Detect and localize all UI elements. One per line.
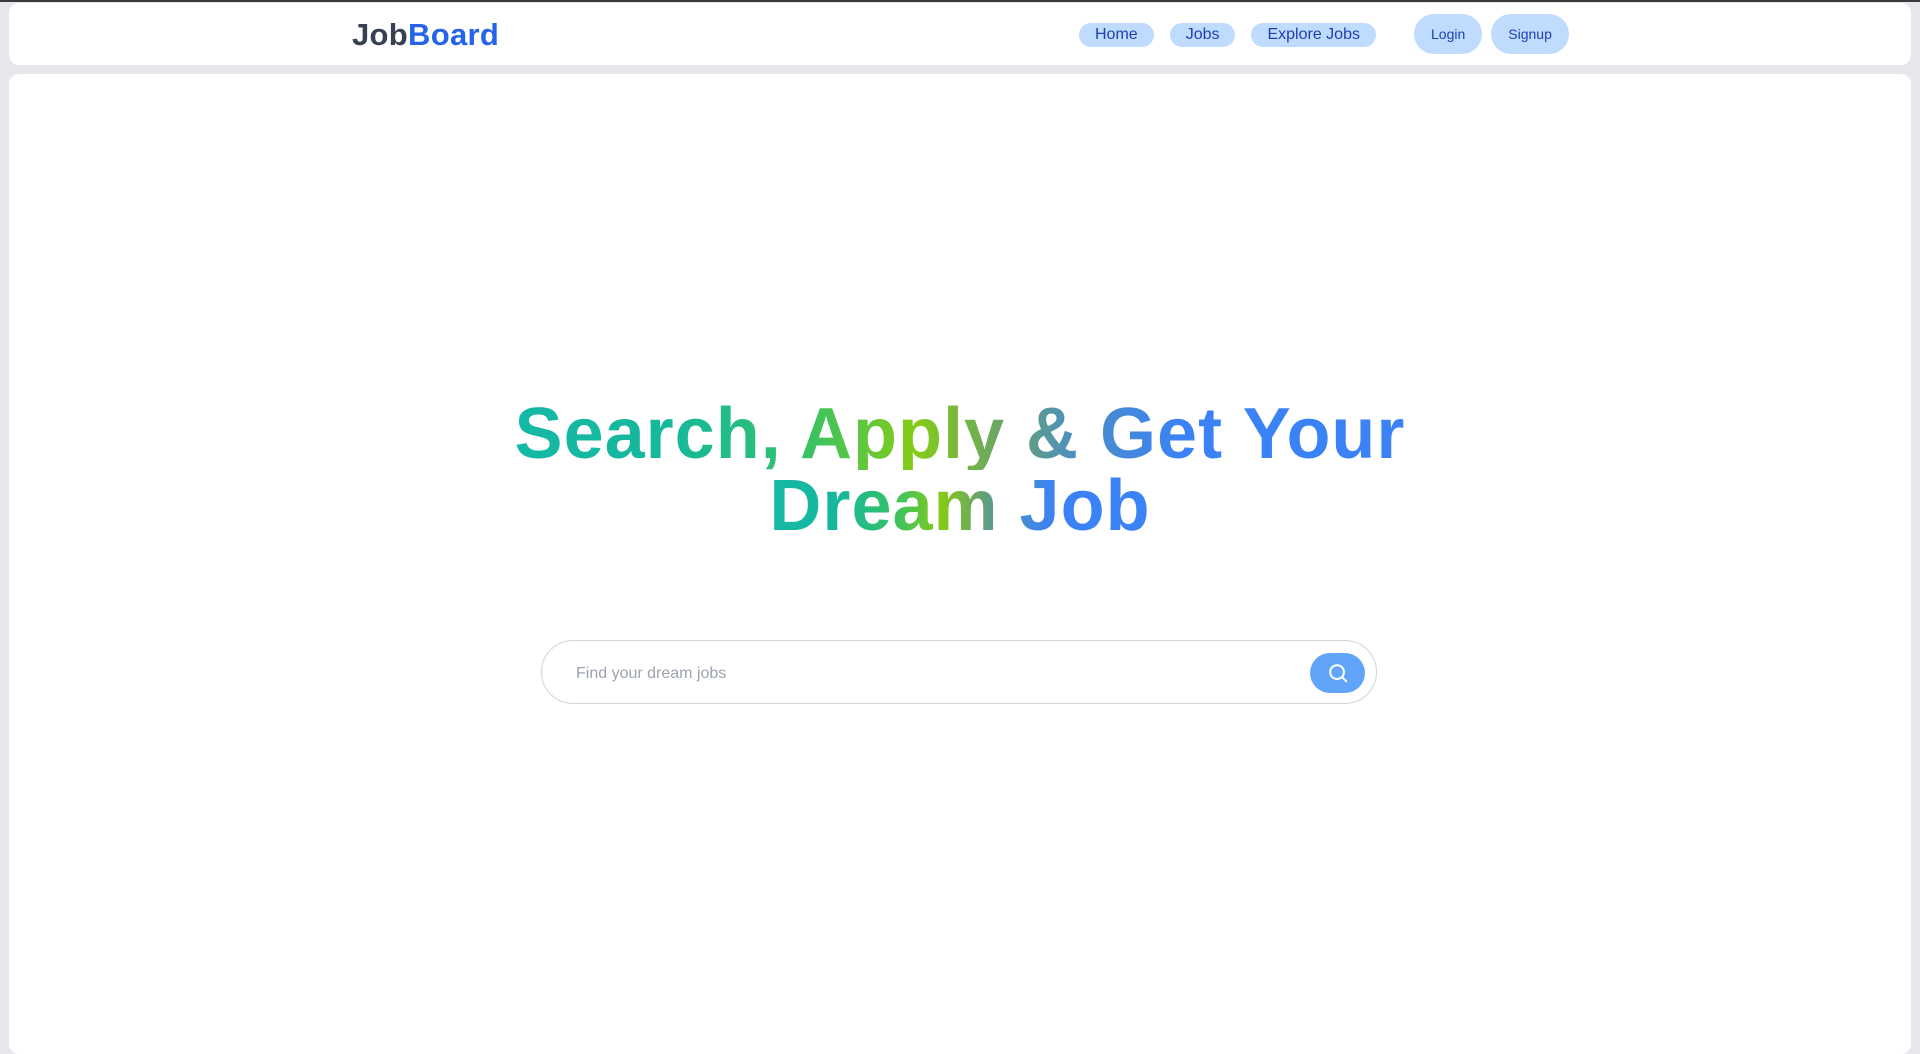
auth-buttons: Login Signup: [1414, 14, 1569, 54]
nav-home-link[interactable]: Home: [1079, 23, 1154, 47]
search-button[interactable]: [1310, 653, 1365, 693]
search-bar: [541, 640, 1377, 704]
hero-line-2: Dream Job: [769, 466, 1151, 546]
main-nav: Home Jobs Explore Jobs: [1079, 23, 1376, 47]
login-button[interactable]: Login: [1414, 14, 1483, 54]
main-content: [9, 74, 1911, 1054]
search-icon: [1328, 664, 1347, 683]
navbar: JobBoard Home Jobs Explore Jobs Login Si…: [9, 3, 1911, 65]
search-input[interactable]: [574, 659, 1278, 689]
signup-button[interactable]: Signup: [1491, 14, 1569, 54]
hero-line-1: Search, Apply & Get Your: [514, 394, 1406, 474]
nav-explore-jobs-link[interactable]: Explore Jobs: [1251, 23, 1376, 47]
logo-text-board: Board: [408, 17, 500, 52]
logo[interactable]: JobBoard: [352, 17, 499, 53]
hero-headline: Search, Apply & Get Your Dream Job: [0, 398, 1920, 542]
nav-jobs-link[interactable]: Jobs: [1169, 23, 1236, 47]
logo-text-job: Job: [352, 17, 409, 52]
top-border: [0, 0, 1920, 2]
